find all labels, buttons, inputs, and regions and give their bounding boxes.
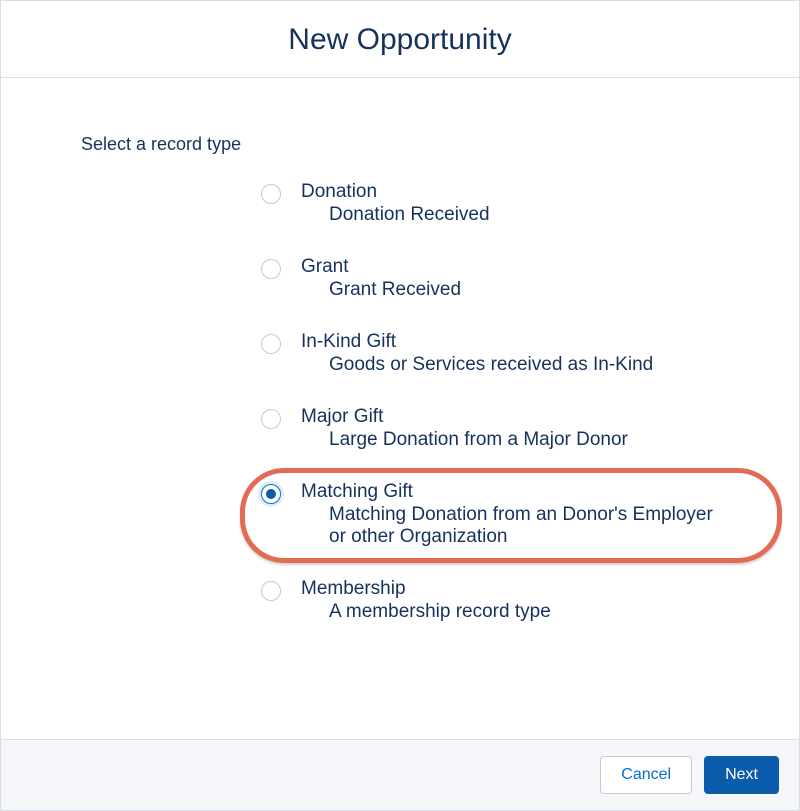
cancel-button[interactable]: Cancel (600, 756, 692, 794)
modal-header: New Opportunity (1, 1, 799, 77)
radio-icon[interactable] (261, 581, 281, 601)
next-button[interactable]: Next (704, 756, 779, 794)
option-desc: Donation Received (329, 204, 490, 226)
option-desc: A membership record type (329, 601, 551, 623)
option-desc: Grant Received (329, 279, 461, 301)
modal-body: Select a record type Donation Donation R… (1, 78, 799, 739)
option-matching-gift[interactable]: Matching Gift Matching Donation from an … (261, 477, 759, 552)
record-type-options: Donation Donation Received Grant Grant R… (261, 177, 759, 627)
radio-icon[interactable] (261, 259, 281, 279)
option-membership[interactable]: Membership A membership record type (261, 574, 759, 627)
option-major-gift[interactable]: Major Gift Large Donation from a Major D… (261, 402, 759, 455)
radio-icon[interactable] (261, 409, 281, 429)
option-label: Major Gift (301, 406, 628, 428)
option-label: Membership (301, 578, 551, 600)
new-opportunity-modal: New Opportunity Select a record type Don… (0, 0, 800, 811)
option-in-kind-gift[interactable]: In-Kind Gift Goods or Services received … (261, 327, 759, 380)
modal-title: New Opportunity (1, 23, 799, 57)
option-donation[interactable]: Donation Donation Received (261, 177, 759, 230)
modal-footer: Cancel Next (1, 739, 799, 810)
radio-icon[interactable] (261, 334, 281, 354)
option-grant[interactable]: Grant Grant Received (261, 252, 759, 305)
option-desc: Goods or Services received as In-Kind (329, 354, 653, 376)
radio-icon[interactable] (261, 184, 281, 204)
option-label: Donation (301, 181, 490, 203)
option-desc: Large Donation from a Major Donor (329, 429, 628, 451)
option-label: In-Kind Gift (301, 331, 653, 353)
radio-icon[interactable] (261, 484, 281, 504)
option-label: Matching Gift (301, 481, 721, 503)
option-label: Grant (301, 256, 461, 278)
option-desc: Matching Donation from an Donor's Employ… (329, 504, 721, 548)
record-type-prompt: Select a record type (81, 134, 759, 155)
